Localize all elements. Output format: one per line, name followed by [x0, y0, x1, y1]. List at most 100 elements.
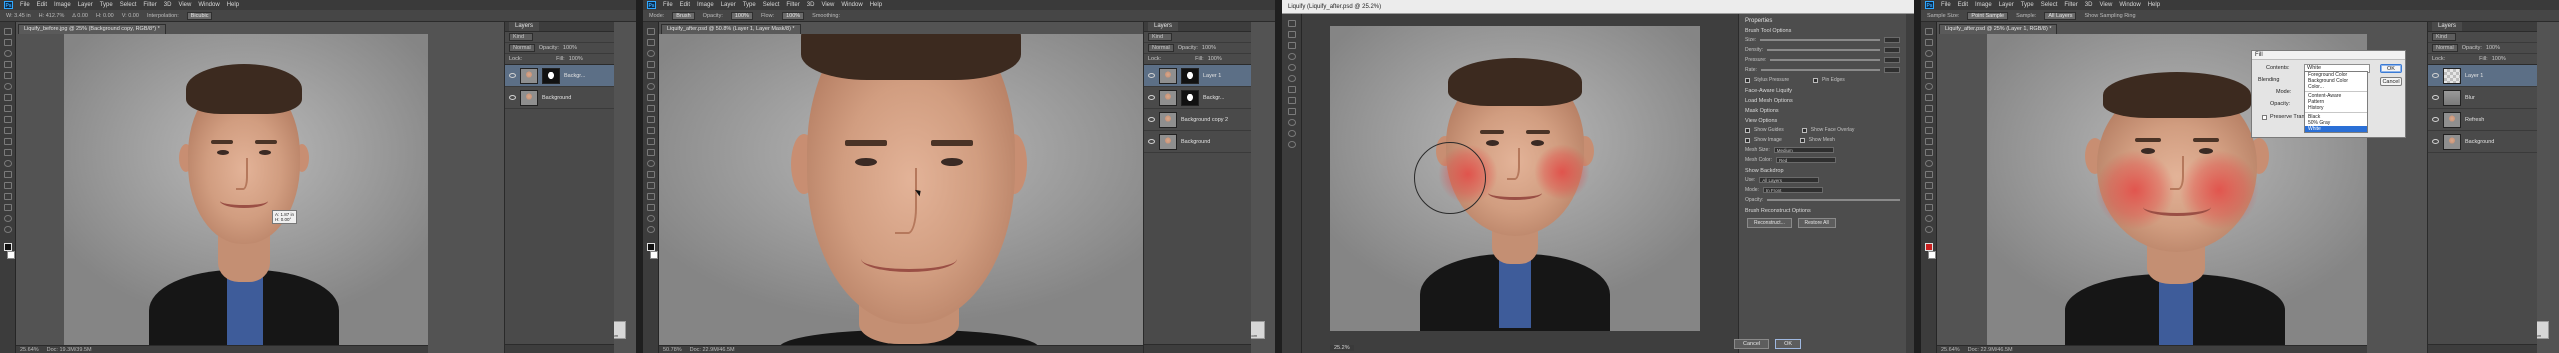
menu-filter[interactable]: Filter: [786, 2, 799, 8]
freeze-mask-tool-icon[interactable]: [1287, 97, 1296, 104]
fill-value[interactable]: 100%: [569, 56, 583, 62]
menu-edit[interactable]: Edit: [680, 2, 690, 8]
option-sampling-ring[interactable]: Show Sampling Ring: [2084, 13, 2135, 19]
hand-tool-icon[interactable]: [646, 215, 655, 222]
section-brush-tool-options[interactable]: Brush Tool Options: [1745, 28, 1900, 34]
show-mesh-checkbox[interactable]: [1799, 137, 1805, 143]
zoom-level[interactable]: 25.64%: [20, 347, 39, 353]
pressure-slider[interactable]: [1770, 59, 1880, 61]
layer-name[interactable]: Layer 1: [2465, 73, 2483, 79]
marquee-tool-icon[interactable]: [3, 39, 12, 46]
gradient-tool-icon[interactable]: [1924, 149, 1933, 156]
eraser-tool-icon[interactable]: [1924, 138, 1933, 145]
layer-mask-thumbnail[interactable]: [542, 67, 560, 84]
menu-file[interactable]: File: [20, 2, 30, 8]
visibility-eye-icon[interactable]: [1148, 73, 1155, 78]
fill-value[interactable]: 100%: [1208, 56, 1222, 62]
ok-button[interactable]: OK: [1775, 339, 1802, 349]
forward-warp-tool-icon[interactable]: [1287, 20, 1296, 27]
visibility-eye-icon[interactable]: [509, 95, 516, 100]
background-color-swatch[interactable]: [1927, 251, 1936, 259]
layer-row[interactable]: Layer 1: [2428, 65, 2537, 87]
size-input[interactable]: [1884, 37, 1900, 43]
crop-tool-icon[interactable]: [646, 72, 655, 79]
show-guides-checkbox[interactable]: [1745, 127, 1750, 133]
eraser-tool-icon[interactable]: [3, 138, 12, 145]
option-sample-size-select[interactable]: Point Sample: [1967, 11, 2009, 20]
layer-name[interactable]: Background copy 2: [1181, 117, 1228, 123]
brush-tool-icon[interactable]: [646, 105, 655, 112]
layer-kind-filter[interactable]: Kind: [2432, 33, 2456, 41]
menu-edit[interactable]: Edit: [37, 2, 47, 8]
twirl-tool-icon[interactable]: [1287, 53, 1296, 60]
layer-row[interactable]: Background: [1144, 131, 1251, 153]
cancel-button[interactable]: Cancel: [1734, 339, 1770, 349]
menu-select[interactable]: Select: [763, 2, 780, 8]
clone-tool-icon[interactable]: [646, 116, 655, 123]
menu-view[interactable]: View: [178, 2, 191, 8]
visibility-eye-icon[interactable]: [1148, 95, 1155, 100]
move-tool-icon[interactable]: [3, 28, 12, 35]
background-color-swatch[interactable]: [6, 251, 15, 259]
blend-mode-select[interactable]: Normal: [509, 44, 535, 52]
eyedropper-tool-icon[interactable]: [1924, 83, 1933, 90]
layer-name[interactable]: Background: [1181, 139, 1210, 145]
layer-row[interactable]: Background: [505, 87, 614, 109]
hand-tool-icon[interactable]: [3, 215, 12, 222]
section-load-mesh-options[interactable]: Load Mesh Options: [1745, 98, 1900, 104]
density-slider[interactable]: [1767, 49, 1880, 51]
option-sample-select[interactable]: All Layers: [2044, 11, 2077, 20]
healing-tool-icon[interactable]: [3, 94, 12, 101]
menu-type[interactable]: Type: [2021, 2, 2034, 8]
smooth-tool-icon[interactable]: [1287, 42, 1296, 49]
option-angle[interactable]: ∆ 0.00: [72, 13, 88, 19]
menu-select[interactable]: Select: [120, 2, 137, 8]
menu-edit[interactable]: Edit: [1958, 2, 1968, 8]
pucker-tool-icon[interactable]: [1287, 64, 1296, 71]
layer-name[interactable]: Refresh: [2465, 117, 2484, 123]
type-tool-icon[interactable]: [3, 182, 12, 189]
clone-tool-icon[interactable]: [1924, 116, 1933, 123]
section-mask-options[interactable]: Mask Options: [1745, 108, 1900, 114]
healing-tool-icon[interactable]: [646, 94, 655, 101]
section-view-options[interactable]: View Options: [1745, 118, 1900, 124]
crop-tool-icon[interactable]: [3, 72, 12, 79]
layer-row[interactable]: Background: [2428, 131, 2537, 153]
dropdown-item[interactable]: Color...: [2305, 84, 2367, 90]
density-input[interactable]: [1884, 47, 1900, 53]
menu-view[interactable]: View: [821, 2, 834, 8]
reconstruct-button[interactable]: Reconstruct...: [1747, 218, 1792, 228]
type-tool-icon[interactable]: [1924, 182, 1933, 189]
pen-tool-icon[interactable]: [1924, 171, 1933, 178]
option-width[interactable]: W: 3.45 in: [6, 13, 31, 19]
dodge-tool-icon[interactable]: [1924, 160, 1933, 167]
zoom-tool-icon[interactable]: [646, 226, 655, 233]
liquify-zoom-level[interactable]: 25.2%: [1330, 345, 1354, 351]
visibility-eye-icon[interactable]: [2432, 139, 2439, 144]
layer-row[interactable]: Layer 1: [1144, 65, 1251, 87]
visibility-eye-icon[interactable]: [509, 73, 516, 78]
document-tab[interactable]: Liquify_after.psd @ 25% (Layer 1, RGB/8)…: [1939, 24, 2058, 34]
layer-kind-filter[interactable]: Kind: [509, 33, 533, 41]
visibility-eye-icon[interactable]: [1148, 117, 1155, 122]
visibility-eye-icon[interactable]: [2432, 73, 2439, 78]
option-opacity-value[interactable]: 100%: [730, 11, 753, 20]
layer-row[interactable]: Blur: [2428, 87, 2537, 109]
ok-button[interactable]: OK: [2380, 64, 2402, 73]
history-brush-tool-icon[interactable]: [1924, 127, 1933, 134]
fill-value[interactable]: 100%: [2492, 56, 2506, 62]
stylus-pressure-checkbox[interactable]: [1745, 77, 1750, 83]
marquee-tool-icon[interactable]: [1924, 39, 1933, 46]
blend-mode-select[interactable]: Normal: [2432, 44, 2458, 52]
eyedropper-tool-icon[interactable]: [646, 83, 655, 90]
use-select[interactable]: All Layers: [1759, 177, 1820, 183]
restore-all-button[interactable]: Restore All: [1797, 218, 1836, 228]
menu-3d[interactable]: 3D: [2085, 2, 2093, 8]
zoom-level[interactable]: 25.64%: [1941, 347, 1960, 353]
cancel-button[interactable]: Cancel: [2380, 77, 2402, 86]
menu-file[interactable]: File: [1941, 2, 1951, 8]
option-height[interactable]: H: 412.7%: [39, 13, 65, 19]
clone-tool-icon[interactable]: [3, 116, 12, 123]
shape-tool-icon[interactable]: [646, 204, 655, 211]
show-face-overlay-checkbox[interactable]: [1801, 127, 1807, 133]
